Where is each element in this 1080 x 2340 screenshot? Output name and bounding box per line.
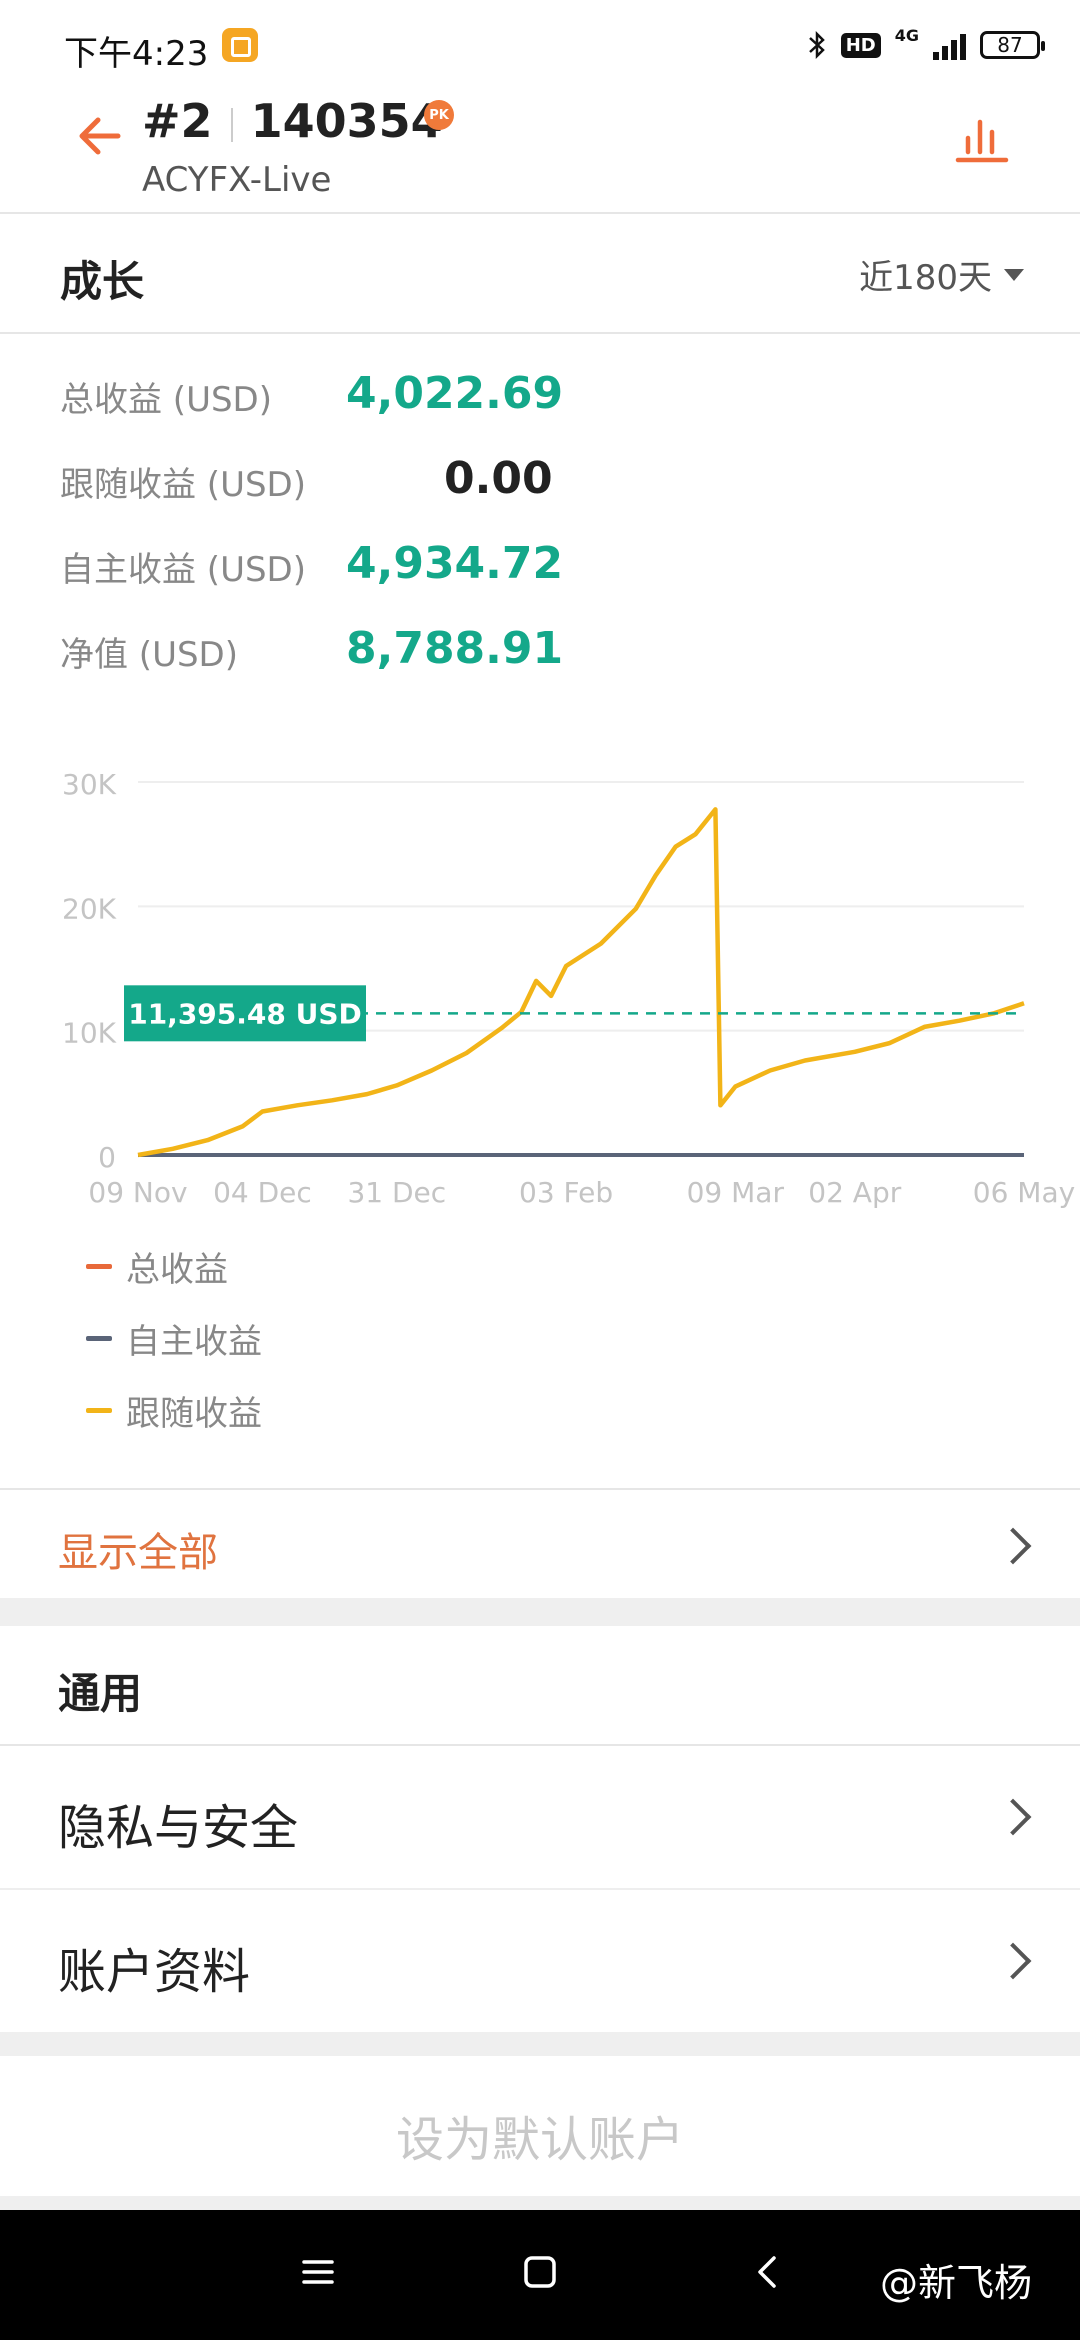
show-all-label: 显示全部	[58, 1530, 218, 1576]
signal-icon	[933, 30, 966, 60]
bar-chart-icon[interactable]	[952, 108, 1012, 168]
stat-value-follow: 0.00	[444, 453, 553, 504]
set-default-button[interactable]: 设为默认账户	[0, 2056, 1080, 2198]
legend-swatch-self	[86, 1336, 112, 1341]
status-indicators: HD 4G 87	[807, 26, 1045, 64]
system-nav-bar: @新飞杨	[0, 2210, 1080, 2340]
growth-section-header: 成长 近180天	[0, 214, 1080, 334]
menu-item-account-info[interactable]: 账户资料	[0, 1890, 1080, 2032]
menu-item-privacy[interactable]: 隐私与安全	[0, 1746, 1080, 1890]
chevron-right-icon	[994, 1942, 1032, 1980]
legend-label-self: 自主收益	[126, 1322, 262, 1362]
battery-icon: 87	[980, 31, 1045, 59]
x-tick-label: 04 Dec	[213, 1176, 312, 1209]
hd-badge: HD	[840, 32, 881, 58]
stat-value-total: 4,022.69	[346, 368, 564, 419]
account-header: #2 140354 PK ACYFX-Live	[0, 84, 1080, 214]
x-tick-label: 09 Nov	[88, 1176, 187, 1209]
account-number: 140354	[250, 94, 443, 148]
x-tick-label: 31 Dec	[347, 1176, 446, 1209]
back-arrow-icon[interactable]	[72, 106, 132, 166]
stat-label-total: 总收益 (USD)	[60, 380, 272, 420]
stat-value-self: 4,934.72	[346, 538, 564, 589]
growth-title: 成长	[60, 257, 145, 306]
network-type: 4G	[894, 26, 919, 45]
chevron-right-icon	[994, 1798, 1032, 1836]
marker-label: 11,395.48 USD	[128, 997, 362, 1030]
menu-item-label: 隐私与安全	[58, 1800, 299, 1856]
bluetooth-icon	[808, 30, 825, 60]
x-tick-label: 09 Mar	[687, 1176, 785, 1209]
notification-icon	[222, 28, 258, 62]
legend-label-follow: 跟随收益	[126, 1394, 262, 1434]
account-title: #2 140354	[142, 94, 443, 148]
legend-item-follow[interactable]: 跟随收益	[86, 1386, 262, 1435]
pk-badge[interactable]: PK	[424, 100, 454, 130]
status-time: 下午4:23	[64, 34, 209, 74]
y-tick-label: 10K	[62, 1017, 117, 1050]
section-divider	[0, 2032, 1080, 2056]
x-tick-label: 06 May	[973, 1176, 1075, 1209]
section-divider	[0, 1598, 1080, 1626]
y-tick-label: 20K	[62, 892, 117, 925]
legend-label-total: 总收益	[126, 1250, 228, 1290]
menu-item-label: 账户资料	[58, 1944, 251, 2000]
show-all-row[interactable]: 显示全部	[0, 1488, 1080, 1600]
growth-chart: 0 10K 20K 30K 09 Nov 04 Dec 31 Dec 03 Feb 09 Mar…	[62, 768, 1075, 1209]
x-tick-label: 03 Feb	[519, 1176, 613, 1209]
set-default-label: 设为默认账户	[395, 2112, 684, 2168]
y-tick-label: 30K	[62, 768, 117, 801]
range-value: 近180天	[859, 258, 992, 298]
range-dropdown[interactable]: 近180天	[859, 250, 1024, 299]
status-bar: 下午4:23 HD 4G 87	[0, 0, 1080, 84]
series-line-follow	[137, 807, 1025, 1158]
legend-item-self[interactable]: 自主收益	[86, 1314, 262, 1363]
title-divider	[230, 107, 233, 142]
battery-level: 87	[997, 33, 1023, 57]
stat-label-self: 自主收益 (USD)	[60, 550, 306, 590]
section-divider	[0, 2196, 1080, 2210]
y-tick-label: 0	[98, 1141, 116, 1174]
legend-swatch-total	[86, 1264, 112, 1269]
general-section-header: 通用	[0, 1626, 1080, 1746]
stat-label-equity: 净值 (USD)	[60, 635, 238, 675]
account-rank: #2	[142, 94, 213, 148]
caret-down-icon	[1004, 268, 1024, 281]
watermark: @新飞杨	[880, 2261, 1033, 2305]
nav-back-icon[interactable]	[748, 2252, 788, 2292]
stat-label-follow: 跟随收益 (USD)	[60, 465, 306, 505]
legend-swatch-follow	[86, 1408, 112, 1413]
x-tick-label: 02 Apr	[808, 1176, 901, 1209]
legend-item-total[interactable]: 总收益	[86, 1242, 228, 1291]
account-server: ACYFX-Live	[142, 160, 332, 200]
stat-value-equity: 8,788.91	[346, 623, 564, 674]
general-title: 通用	[58, 1669, 143, 1718]
chevron-right-icon	[994, 1527, 1032, 1565]
menu-icon[interactable]	[298, 2252, 338, 2292]
home-icon[interactable]	[520, 2252, 560, 2292]
